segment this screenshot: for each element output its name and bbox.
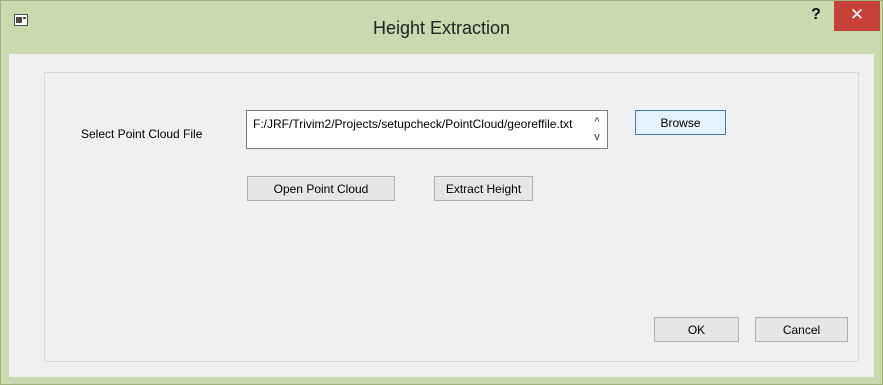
file-path-text: F:/JRF/Trivim2/Projects/setupcheck/Point…: [253, 117, 573, 131]
title-bar[interactable]: Height Extraction ? ✕: [1, 1, 882, 53]
browse-button[interactable]: Browse: [635, 110, 726, 135]
dialog-window: Height Extraction ? ✕ Select Point Cloud…: [0, 0, 883, 385]
extract-height-button[interactable]: Extract Height: [434, 176, 533, 201]
scroll-down-icon[interactable]: v: [590, 130, 604, 144]
cancel-button[interactable]: Cancel: [755, 317, 848, 342]
select-file-label: Select Point Cloud File: [81, 127, 203, 141]
file-path-field[interactable]: F:/JRF/Trivim2/Projects/setupcheck/Point…: [246, 110, 608, 149]
help-button[interactable]: ?: [799, 1, 833, 31]
ok-button[interactable]: OK: [654, 317, 739, 342]
scroll-up-icon[interactable]: ^: [590, 115, 604, 129]
close-button[interactable]: ✕: [834, 1, 880, 31]
open-point-cloud-button[interactable]: Open Point Cloud: [247, 176, 395, 201]
dialog-title: Height Extraction: [372, 18, 511, 38]
dialog-client-area: Select Point Cloud File F:/JRF/Trivim2/P…: [9, 54, 874, 377]
